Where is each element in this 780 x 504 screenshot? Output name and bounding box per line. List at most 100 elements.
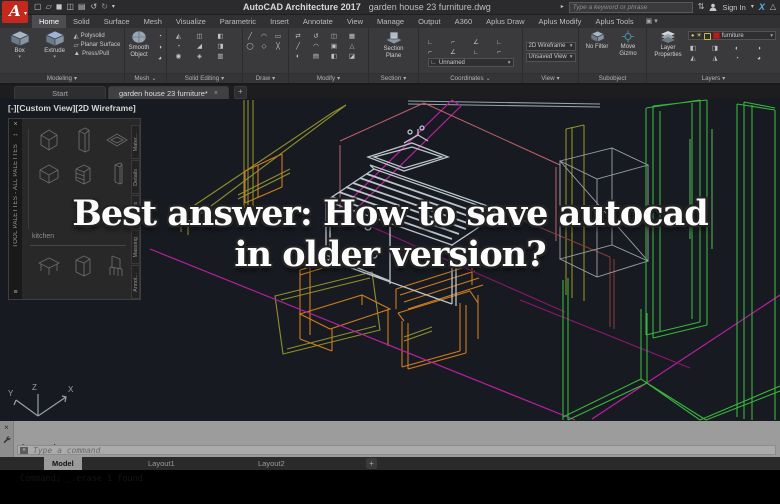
ribbon-tab-annotate[interactable]: Annotate [296,14,340,28]
modify-tool-icon[interactable]: ◫ [329,32,339,41]
smooth-object-button[interactable]: Smooth Object [126,30,152,59]
panel-label-modeling[interactable]: Modeling ▾ [0,73,124,83]
ribbon-display-button[interactable]: ▣ ▾ [641,14,663,28]
modify-tool-icon[interactable]: ◧ [329,52,339,61]
no-filter-button[interactable]: No Filter [583,30,611,51]
ribbon-tab-parametric[interactable]: Parametric [213,14,263,28]
layer-tool-icon[interactable]: ◐ [732,44,742,53]
panel-label-subobject[interactable]: Subobject [579,73,646,83]
ucs-tool-icon[interactable]: ∟ [425,38,435,47]
palette-item-sink[interactable] [105,127,129,153]
panel-label-draw[interactable]: Draw ▾ [243,73,288,83]
redo-icon[interactable]: ↻ [101,2,108,12]
panel-label-solid-editing[interactable]: Solid Editing ▾ [167,73,242,83]
ribbon-tab-aplus-draw[interactable]: Aplus Draw [479,14,531,28]
draw-tool-icon[interactable]: ◠ [259,32,269,41]
section-plane-button[interactable]: Section Plane [378,30,410,60]
ucs-tool-icon[interactable]: ⌐ [448,38,458,47]
draw-tool-icon[interactable]: ╱ [245,32,255,41]
command-input-row[interactable]: » [17,444,776,456]
move-gizmo-button[interactable]: Move Gizmo [614,30,642,58]
palette-tab-materials[interactable]: Mater... [131,125,140,159]
sign-in-button[interactable]: Sign In [722,3,745,12]
solid-editing-tool-icon[interactable]: ◫ [195,32,205,41]
panel-label-view[interactable]: View ▾ [523,73,578,83]
solid-editing-tool-icon[interactable]: ◈ [195,52,205,61]
ucs-tool-icon[interactable]: ⌐ [425,48,435,57]
solid-editing-tool-icon[interactable]: ◨ [216,42,226,51]
quick-access-icon[interactable]: ◼ [56,2,63,12]
ribbon-tab-solid[interactable]: Solid [66,14,97,28]
modify-tool-icon[interactable]: ↺ [311,32,321,41]
quick-access-icon[interactable]: ▢ [34,2,42,12]
ucs-tool-icon[interactable]: ∟ [494,38,504,47]
ucs-tool-icon[interactable]: ⌐ [494,48,504,57]
ribbon-tab-home[interactable]: Home [32,14,67,28]
ucs-tool-icon[interactable]: ∠ [471,38,481,47]
viewport-controls-label[interactable]: [-][Custom View][2D Wireframe] [8,103,136,113]
ucs-tool-icon[interactable]: ∠ [448,48,458,57]
solid-editing-tool-icon[interactable]: ◧ [216,32,226,41]
modify-tool-icon[interactable]: ⇄ [293,32,303,41]
ucs-axes-icon[interactable]: Y Z X [4,378,76,420]
layout-tab-layout2[interactable]: Layout2 [250,457,293,470]
layer-tool-icon[interactable]: ◭ [688,54,698,63]
solid-editing-tool-icon[interactable]: ▥ [216,52,226,61]
exchange-apps-icon[interactable]: X [759,2,765,12]
modify-tool-icon[interactable]: ╱ [293,42,303,51]
file-tab-active-document[interactable]: garden house 23 furniture* × [108,86,229,99]
palette-properties-icon[interactable]: ≡ [13,289,17,297]
ribbon-tab-aplus-tools[interactable]: Aplus Tools [588,14,640,28]
quick-access-icon[interactable]: ▱ [46,2,52,12]
panel-label-mesh[interactable]: Mesh ⌄ [125,73,166,83]
command-close-icon[interactable]: × [4,424,9,432]
ribbon-tab-insert[interactable]: Insert [263,14,296,28]
ribbon-tab-aplus-modify[interactable]: Aplus Modify [532,14,589,28]
solid-editing-tool-icon[interactable]: ◔ [174,42,184,51]
palette-item-narrow-cabinet[interactable] [105,161,129,187]
modify-tool-icon[interactable]: ▤ [311,52,321,61]
ucs-tool-icon[interactable]: ∟ [471,48,481,57]
ucs-name-dropdown[interactable]: ∟ Unnamed ▾ [427,58,514,67]
planar-surface-button[interactable]: ▱ Planar Surface [74,41,121,49]
ribbon-tab-output[interactable]: Output [411,14,448,28]
named-view-dropdown[interactable]: Unsaved View ▾ [525,52,576,62]
new-layout-button[interactable]: + [366,458,377,469]
palette-item-drawer-unit[interactable] [71,161,95,187]
layout-tab-model[interactable]: Model [44,457,82,470]
solid-editing-tool-icon[interactable]: ◉ [174,52,184,61]
command-input[interactable] [31,444,773,456]
undo-icon[interactable]: ↺ [90,2,97,12]
modify-tool-icon[interactable]: ◪ [347,52,357,61]
layer-tool-icon[interactable]: ◨ [710,44,720,53]
draw-tool-icon[interactable]: ╳ [273,42,283,51]
file-tab-start[interactable]: Start [14,86,106,99]
modify-tool-icon[interactable]: ▦ [347,32,357,41]
help-icon[interactable]: △ [770,2,776,12]
panel-label-section[interactable]: Section ▾ [369,73,418,83]
visual-style-dropdown[interactable]: 2D Wireframe ▾ [525,41,576,51]
layer-tool-icon[interactable]: ◔ [732,54,742,63]
application-menu-button[interactable]: A ▾ [2,1,28,23]
ribbon-tab-mesh[interactable]: Mesh [137,14,169,28]
palette-item-base-cabinet[interactable] [37,127,61,153]
palette-autohide-icon[interactable]: ↔ [12,131,19,139]
wireframe-gray-topline[interactable] [407,100,601,108]
palette-close-icon[interactable]: × [13,121,17,129]
search-go-icon[interactable]: ▸ [561,2,564,12]
command-line-window[interactable]: × Command: Command: _.erase 1 found » [0,421,780,484]
draw-tool-icon[interactable]: ▭ [273,32,283,41]
ribbon-tab-visualize[interactable]: Visualize [169,14,213,28]
new-drawing-button[interactable]: + [233,86,247,99]
layer-dropdown[interactable]: ● ☀ furniture ▾ [688,31,776,40]
panel-label-layers[interactable]: Layers ▾ [647,73,780,83]
layout-tab-layout1[interactable]: Layout1 [140,457,183,470]
ribbon-tab-manage[interactable]: Manage [370,14,411,28]
qat-dropdown-icon[interactable]: ▾ [112,2,115,12]
modify-tool-icon[interactable]: △ [347,42,357,51]
modify-tool-icon[interactable]: ▣ [329,42,339,51]
panel-label-coordinates[interactable]: Coordinates ⌄ [419,73,522,83]
exchange-icon[interactable]: ⇅ [698,2,705,12]
close-tab-icon[interactable]: × [214,90,218,97]
draw-tool-icon[interactable]: ◇ [259,42,269,51]
